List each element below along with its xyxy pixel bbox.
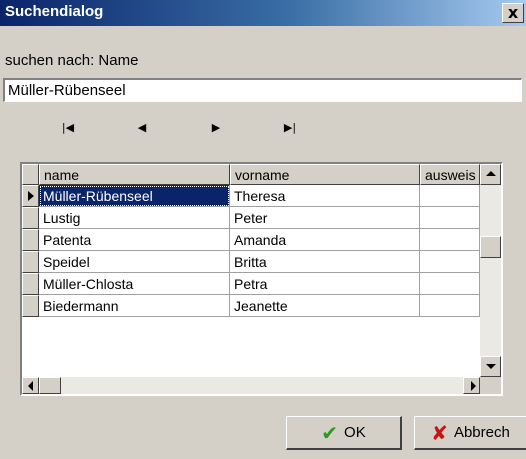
- next-record-icon: ▶: [211, 120, 221, 134]
- navigator-first-button[interactable]: |◀: [46, 112, 90, 142]
- row-indicator[interactable]: [22, 273, 39, 295]
- close-button[interactable]: x: [502, 3, 524, 23]
- grid-cell-ausweis[interactable]: [420, 229, 480, 251]
- results-grid[interactable]: name vorname ausweis Müller-Rübenseel Th…: [20, 162, 503, 396]
- scroll-right-icon[interactable]: [463, 377, 480, 394]
- grid-cell-name[interactable]: Müller-Rübenseel: [39, 185, 230, 207]
- vertical-scroll-thumb[interactable]: [480, 236, 501, 258]
- grid-corner-header: [22, 164, 39, 185]
- row-indicator[interactable]: [22, 251, 39, 273]
- horizontal-scroll-thumb[interactable]: [39, 377, 61, 394]
- search-dialog: Suchendialog x suchen nach: Name |◀ ◀ ▶ …: [0, 0, 526, 459]
- grid-cell-ausweis[interactable]: [420, 207, 480, 229]
- scroll-up-icon[interactable]: [480, 164, 501, 185]
- grid-cell-name[interactable]: Speidel: [39, 251, 230, 273]
- grid-cell-vorname[interactable]: Amanda: [230, 229, 420, 251]
- row-indicator-current-icon[interactable]: [22, 185, 39, 207]
- scrollbar-corner: [480, 377, 501, 394]
- row-indicator[interactable]: [22, 207, 39, 229]
- search-label: suchen nach: Name: [5, 52, 139, 69]
- horizontal-scrollbar[interactable]: [22, 377, 480, 394]
- last-record-icon: ▶|: [283, 120, 297, 134]
- grid-cell-name[interactable]: Biedermann: [39, 295, 230, 317]
- search-input[interactable]: [3, 78, 522, 102]
- grid-cell-ausweis[interactable]: [420, 251, 480, 273]
- navigator-next-button[interactable]: ▶: [194, 112, 238, 142]
- row-indicator[interactable]: [22, 229, 39, 251]
- first-record-icon: |◀: [61, 120, 75, 134]
- close-icon: x: [507, 3, 519, 22]
- column-header-ausweis[interactable]: ausweis: [420, 164, 480, 185]
- grid-cell-ausweis[interactable]: [420, 273, 480, 295]
- cancel-button-label: Abbrech: [453, 424, 510, 441]
- ok-button[interactable]: ✔ OK: [286, 416, 402, 450]
- grid-body: name vorname ausweis Müller-Rübenseel Th…: [22, 164, 501, 394]
- navigator-prior-button[interactable]: ◀: [120, 112, 164, 142]
- scroll-left-icon[interactable]: [22, 377, 39, 394]
- grid-cell-name[interactable]: Lustig: [39, 207, 230, 229]
- ok-button-label: OK: [344, 424, 366, 441]
- grid-cell-vorname[interactable]: Petra: [230, 273, 420, 295]
- grid-cell-vorname[interactable]: Theresa: [230, 185, 420, 207]
- cross-icon: ✘: [431, 420, 448, 445]
- grid-cell-ausweis[interactable]: [420, 185, 480, 207]
- checkmark-icon: ✔: [321, 420, 339, 445]
- window-title: Suchendialog: [5, 3, 104, 20]
- navigator-last-button[interactable]: ▶|: [268, 112, 312, 142]
- row-indicator[interactable]: [22, 295, 39, 317]
- column-header-vorname[interactable]: vorname: [230, 164, 420, 185]
- grid-cell-name[interactable]: Patenta: [39, 229, 230, 251]
- scroll-down-icon[interactable]: [480, 356, 501, 377]
- cancel-button[interactable]: ✘ Abbrech: [414, 416, 526, 450]
- column-header-name[interactable]: name: [39, 164, 230, 185]
- grid-cell-vorname[interactable]: Peter: [230, 207, 420, 229]
- title-bar[interactable]: Suchendialog x: [0, 0, 526, 26]
- grid-cell-ausweis[interactable]: [420, 295, 480, 317]
- vertical-scrollbar[interactable]: [480, 164, 501, 377]
- grid-cell-vorname[interactable]: Britta: [230, 251, 420, 273]
- prior-record-icon: ◀: [137, 120, 147, 134]
- grid-cell-vorname[interactable]: Jeanette: [230, 295, 420, 317]
- grid-cell-name[interactable]: Müller-Chlosta: [39, 273, 230, 295]
